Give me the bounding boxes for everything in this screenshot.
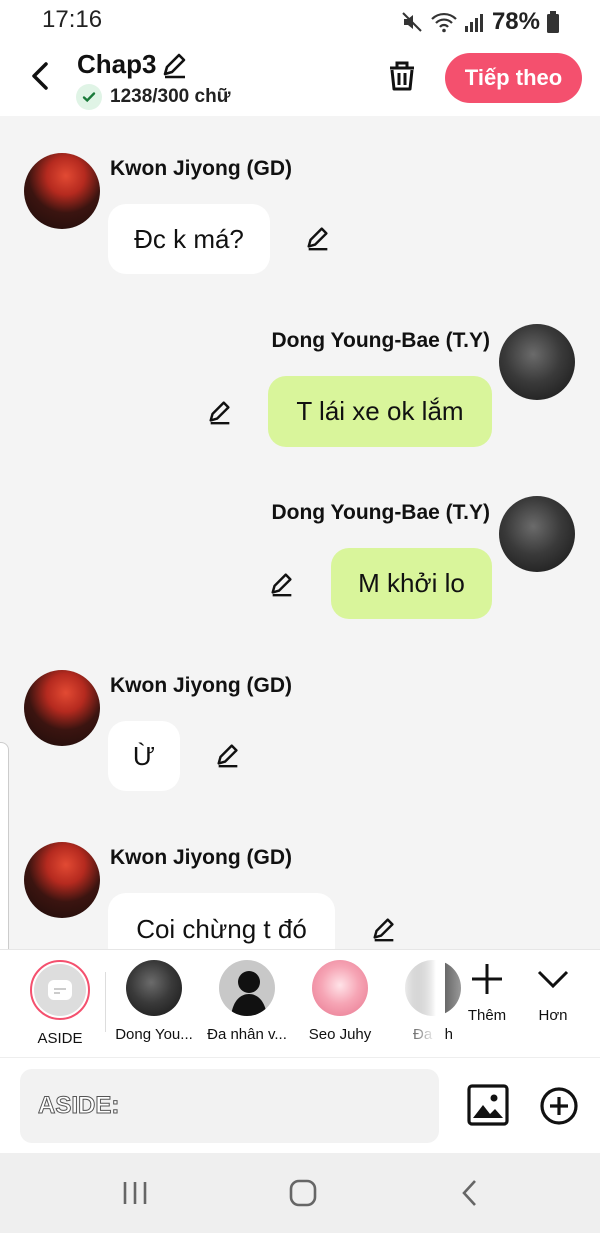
edit-message-icon[interactable] [214, 741, 242, 769]
check-icon [76, 84, 102, 110]
sender-name: Kwon Jiyong (GD) [110, 674, 292, 697]
next-button[interactable]: Tiếp theo [445, 53, 582, 103]
character-bar: ASIDE Dong You... Đa nhân v... Seo Juhy … [0, 949, 600, 1057]
character-label: ASIDE [37, 1030, 83, 1047]
avatar[interactable] [24, 670, 100, 746]
chat-area[interactable]: Kwon Jiyong (GD) Đc k má? Dong Young-Bae… [0, 116, 600, 949]
message-bubble[interactable]: Coi chừng t đó [108, 893, 335, 949]
message-item: Dong Young-Bae (T.Y) T lái xe ok lắm [0, 316, 600, 456]
avatar[interactable] [24, 842, 100, 918]
status-time: 17:16 [42, 6, 103, 33]
divider [105, 972, 106, 1032]
message-bubble[interactable]: Đc k má? [108, 204, 270, 274]
silhouette-icon [231, 971, 267, 1016]
avatar[interactable] [499, 496, 575, 572]
fade-overlay [400, 950, 445, 1057]
sender-name: Dong Young-Bae (T.Y) [271, 329, 490, 352]
image-icon[interactable] [467, 1084, 509, 1126]
recents-icon [123, 1182, 147, 1204]
message-item: Kwon Jiyong (GD) Đc k má? [0, 116, 600, 286]
more-label: Thêm [467, 1007, 507, 1024]
character-label: Dong You... [115, 1026, 193, 1043]
sender-name: Kwon Jiyong (GD) [110, 157, 292, 180]
status-icons: 78% [400, 8, 560, 36]
mute-icon [402, 12, 422, 32]
home-icon [289, 1179, 317, 1207]
home-button[interactable] [283, 1175, 323, 1211]
sender-name: Dong Young-Bae (T.Y) [271, 501, 490, 524]
avatar [219, 960, 275, 1016]
back-button[interactable] [22, 58, 58, 94]
signal-icon [464, 14, 483, 32]
avatar [312, 960, 368, 1016]
character-label: Đa nhân v... [207, 1026, 287, 1043]
aside-avatar [30, 960, 90, 1020]
character-label: Seo Juhy [308, 1026, 372, 1043]
sender-name: Kwon Jiyong (GD) [110, 846, 292, 869]
add-circle-icon[interactable] [539, 1086, 579, 1126]
battery-percent: 78% [491, 8, 540, 35]
character-aside[interactable]: ASIDE [15, 960, 105, 1047]
battery-icon [547, 11, 559, 33]
message-icon [48, 980, 72, 1000]
back-icon [462, 1180, 476, 1206]
plus-icon [472, 964, 502, 994]
header: Chap3 1238/300 chữ Tiếp theo [0, 40, 600, 116]
avatar [126, 960, 182, 1016]
delete-icon[interactable] [384, 58, 420, 94]
avatar[interactable] [24, 153, 100, 229]
chevron-left-icon [32, 62, 48, 90]
message-bubble[interactable]: M khởi lo [331, 548, 492, 619]
system-back-button[interactable] [450, 1175, 490, 1211]
side-drawer-handle[interactable] [0, 742, 9, 972]
message-input[interactable] [20, 1069, 439, 1143]
message-bubble[interactable]: T lái xe ok lắm [268, 376, 492, 447]
edit-message-icon[interactable] [370, 915, 398, 943]
recents-button[interactable] [115, 1175, 155, 1211]
word-count: 1238/300 chữ [110, 86, 231, 107]
aside-avatar-inner [34, 964, 86, 1016]
chevron-down-icon [537, 970, 569, 989]
message-item: Kwon Jiyong (GD) Coi chừng t đó [0, 805, 600, 949]
collapse-button[interactable]: Hơn [523, 962, 583, 1024]
composer-bar [0, 1057, 600, 1153]
character-item[interactable]: Đa nhân v... [202, 960, 292, 1043]
avatar[interactable] [499, 324, 575, 400]
more-characters-button[interactable]: Thêm [457, 962, 517, 1024]
status-bar: 17:16 78% [0, 0, 600, 40]
system-nav-bar [0, 1153, 600, 1233]
character-item[interactable]: Dong You... [109, 960, 199, 1043]
message-item: Kwon Jiyong (GD) Ừ [0, 633, 600, 803]
message-bubble[interactable]: Ừ [108, 721, 180, 791]
character-item[interactable]: Seo Juhy [295, 960, 385, 1043]
edit-title-icon[interactable] [160, 50, 190, 80]
page-title: Chap3 [77, 49, 157, 79]
edit-message-icon[interactable] [268, 570, 296, 598]
wifi-icon [431, 12, 457, 33]
edit-message-icon[interactable] [206, 398, 234, 426]
collapse-label: Hơn [538, 1007, 568, 1024]
message-item: Dong Young-Bae (T.Y) M khởi lo [0, 488, 600, 628]
edit-message-icon[interactable] [304, 224, 332, 252]
